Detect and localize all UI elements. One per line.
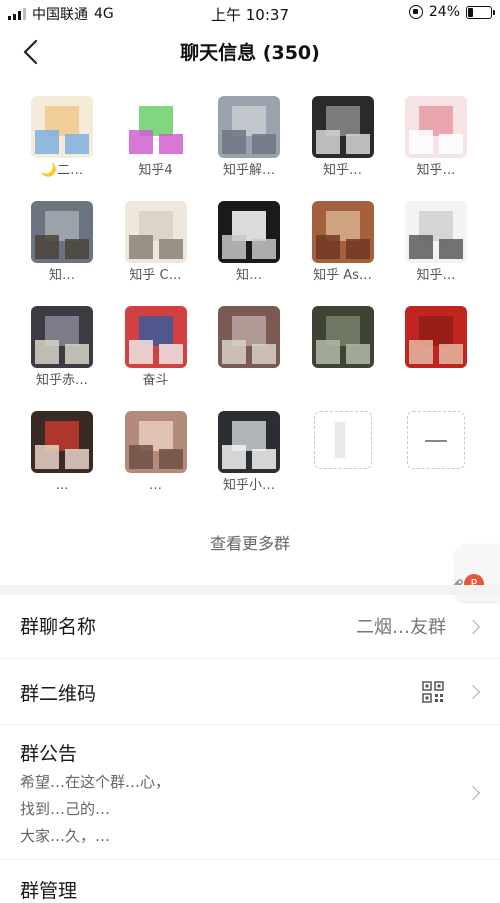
member-item[interactable]: 知乎… (391, 96, 481, 180)
group-name-value: 二烟…友群 (356, 617, 446, 638)
group-notice-row[interactable]: 群公告 希望…在这个群…心， 找到…己的… 大家…久，… (0, 725, 500, 860)
member-name: 知乎解… (222, 163, 275, 178)
chevron-right-icon (465, 619, 481, 635)
member-item[interactable]: 知乎解… (204, 96, 294, 180)
notice-line: 希望…在这个群…心， (20, 773, 171, 791)
member-item[interactable]: 🌙二… (17, 96, 107, 180)
member-item[interactable] (204, 306, 294, 390)
member-name: 知乎 C… (129, 268, 182, 283)
status-right: 24% (408, 4, 495, 20)
member-avatar[interactable] (311, 306, 374, 368)
member-avatar[interactable] (218, 201, 280, 263)
member-name: 知乎… (322, 163, 362, 178)
member-avatar[interactable] (218, 411, 280, 473)
battery-percent: 24% (428, 4, 460, 20)
member-item[interactable]: 奋斗 (111, 306, 201, 390)
chevron-right-icon (465, 684, 481, 700)
member-name: 知乎… (416, 268, 456, 283)
member-avatar[interactable] (124, 411, 187, 473)
member-name: 知… (235, 268, 262, 283)
remove-member-item[interactable] (391, 411, 481, 469)
member-item[interactable]: 知乎4 (111, 96, 201, 180)
group-qr-label: 群二维码 (20, 683, 97, 705)
member-name: 知乎 As… (313, 268, 372, 283)
member-name (298, 372, 388, 390)
chevron-right-icon (465, 785, 481, 801)
member-avatar[interactable] (31, 96, 93, 158)
rotation-lock-icon (408, 5, 423, 19)
section-divider (0, 585, 500, 595)
notice-line: 大家…久，… (20, 827, 111, 845)
page-title: 聊天信息 (350) (180, 42, 320, 64)
member-avatar[interactable] (311, 96, 374, 158)
member-item[interactable]: … (17, 411, 107, 495)
notice-line: 找到…己的… (20, 800, 111, 818)
group-qr-row[interactable]: 群二维码 (0, 659, 500, 725)
member-avatar[interactable] (124, 201, 187, 263)
nav-bar: 聊天信息 (350) (0, 26, 500, 76)
member-name: 知乎小… (222, 478, 275, 493)
member-item[interactable]: 知乎小… (204, 411, 294, 495)
member-name: … (149, 478, 162, 493)
member-name: 知乎… (416, 163, 456, 178)
member-item[interactable]: 知乎… (298, 96, 388, 180)
plus-icon[interactable] (313, 411, 372, 469)
add-member-item[interactable] (298, 411, 388, 469)
group-notice-text: 希望…在这个群…心， 找到…己的… 大家…久，… (20, 769, 170, 850)
battery-icon (466, 5, 495, 19)
member-name: 知乎赤… (35, 373, 88, 388)
member-avatar[interactable] (124, 96, 187, 158)
member-name: 奋斗 (142, 373, 169, 388)
battery-fill (468, 7, 473, 17)
member-item[interactable] (391, 306, 481, 390)
member-item[interactable] (298, 306, 388, 390)
status-bar: 中国联通 4G 上午 10:37 24% (0, 0, 500, 26)
member-avatar[interactable] (405, 96, 467, 158)
member-avatar[interactable] (218, 96, 280, 158)
member-item[interactable]: 知乎 C… (111, 201, 201, 285)
group-name-label: 群聊名称 (20, 616, 97, 638)
group-name-row[interactable]: 群聊名称 二烟…友群 (0, 595, 500, 659)
see-more-members-link[interactable]: 查看更多群 (0, 530, 500, 554)
member-avatar[interactable] (31, 201, 93, 263)
member-name (391, 372, 481, 390)
member-item[interactable]: 知乎 As… (298, 201, 388, 285)
member-item[interactable]: 知… (17, 201, 107, 285)
member-avatar[interactable] (31, 411, 93, 473)
member-avatar[interactable] (218, 306, 280, 368)
group-manage-row[interactable]: 群管理 (0, 860, 500, 902)
member-name: 🌙二… (40, 163, 84, 178)
member-item[interactable]: 知… (204, 201, 294, 285)
member-item[interactable]: 知乎… (391, 201, 481, 285)
qr-code-icon (422, 681, 444, 703)
group-notice-label: 群公告 (20, 743, 78, 765)
member-avatar[interactable] (311, 201, 374, 263)
member-avatar[interactable] (405, 306, 467, 368)
member-name: 知乎4 (138, 163, 173, 178)
member-avatar[interactable] (124, 306, 187, 368)
member-avatar[interactable] (31, 306, 93, 368)
member-item[interactable]: 知乎赤… (17, 306, 107, 390)
member-name: … (55, 478, 69, 493)
member-name: 知… (48, 268, 75, 283)
minus-icon[interactable] (407, 411, 465, 469)
member-avatar[interactable] (405, 201, 467, 263)
group-manage-label: 群管理 (20, 880, 78, 902)
member-item[interactable]: … (111, 411, 201, 495)
member-name (204, 372, 294, 390)
